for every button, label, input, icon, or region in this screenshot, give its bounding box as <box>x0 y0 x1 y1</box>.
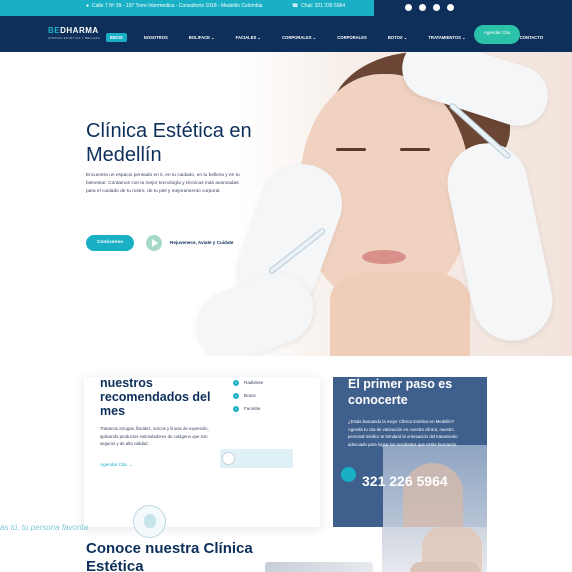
marquee-text: as tú, tu persona favorita <box>0 523 89 532</box>
chevron-down-icon: ⌄ <box>462 35 466 40</box>
certification-badge <box>220 449 293 468</box>
logo-name: DHARMA <box>60 26 99 35</box>
nav-item-label: TRATAMIENTOS <box>428 35 461 40</box>
facebook-icon[interactable] <box>405 4 412 11</box>
check-label: Radiesse <box>244 380 264 385</box>
nav-item-label: BOLIFACE <box>188 35 210 40</box>
nav-item-tratamientos[interactable]: TRATAMIENTOS ⌄ <box>424 33 469 42</box>
promo-title: nuestros recomendados del mes <box>100 376 211 418</box>
check-icon: ✓ <box>233 392 239 399</box>
hero-description: Encuentra un espacio pensado en ti, en t… <box>86 173 240 194</box>
phone-number[interactable]: 321 226 5964 <box>362 473 448 489</box>
chat-info[interactable]: ☎ Chat: 321 226 5964 <box>292 3 345 9</box>
chevron-down-icon: ⌄ <box>312 35 317 40</box>
hero-title: Clínica Estética en Medellín <box>86 120 252 166</box>
nav-item-corporales[interactable]: CORPORALES ⌄ <box>278 33 320 42</box>
chat-text[interactable]: Chat: 321 226 5964 <box>301 3 345 9</box>
promo-text: Tratamos arrugas, flacidez, surcos y lín… <box>100 426 209 446</box>
hero-image-eye-right <box>400 148 430 151</box>
nav-item-label: BOTOX <box>387 35 403 40</box>
hero-image-eye-left <box>336 148 366 151</box>
topbar-dark-panel <box>374 0 572 16</box>
top-info-bar: ● Calle 7 Nº 39 - 197 Torre Intermedica … <box>0 0 572 16</box>
nav-item-nosotros[interactable]: NOSOTROS <box>140 33 172 42</box>
hero-image-neck <box>330 272 470 356</box>
instagram-icon[interactable] <box>419 4 426 11</box>
check-label: Botox <box>244 393 256 398</box>
phone-icon: ☎ <box>292 3 299 9</box>
first-step-title: El primer paso es conocerte <box>348 377 453 407</box>
whatsapp-icon[interactable] <box>341 467 356 482</box>
section-title: Conoce nuestra Clínica Estética <box>86 540 253 572</box>
address-text: Calle 7 Nº 39 - 197 Torre Intermedica - … <box>92 3 263 9</box>
main-navigation: BEDHARMA CIRUGÍA ESTÉTICA Y BELLEZA INIC… <box>0 16 572 52</box>
agendar-cita-nav-button[interactable]: Agendar Cita <box>474 25 520 44</box>
nav-item-contacto[interactable]: CONTACTO <box>516 33 547 42</box>
section-image-right <box>410 562 480 572</box>
logo-prefix: BE <box>48 26 61 35</box>
video-label[interactable]: Rejuvenece, Aviate y Cuidate <box>170 240 234 245</box>
play-video-icon[interactable] <box>146 235 162 251</box>
youtube-icon[interactable] <box>447 4 454 11</box>
check-label: Facetite <box>244 406 261 411</box>
address-info: ● Calle 7 Nº 39 - 197 Torre Intermedica … <box>86 3 262 9</box>
first-step-text: ¿Estás buscando la mejor Clínica Estétic… <box>348 419 458 447</box>
logo-tagline: CIRUGÍA ESTÉTICA Y BELLEZA <box>48 36 101 40</box>
check-icon: ✓ <box>233 405 239 412</box>
nav-item-botox[interactable]: BOTOX ⌄ <box>384 33 412 42</box>
chevron-down-icon: ⌄ <box>257 35 262 40</box>
seal-icon <box>222 452 235 465</box>
chevron-down-icon: ⌄ <box>403 35 408 40</box>
check-icon: ✓ <box>233 379 239 386</box>
hero-image-lips <box>362 250 406 264</box>
location-pin-icon: ● <box>86 3 90 9</box>
agendar-cita-link[interactable]: Agendar Cita → <box>100 462 133 467</box>
list-item: ✓ Facetite <box>233 402 263 415</box>
chevron-down-icon: ⌄ <box>211 35 215 40</box>
nav-item-label: CORPORALES <box>282 35 312 40</box>
list-item: ✓ Radiesse <box>233 376 263 389</box>
nav-item-boliface[interactable]: BOLIFACE ⌄ <box>185 33 219 42</box>
list-item: ✓ Botox <box>233 389 263 402</box>
clinic-emblem-icon <box>133 505 166 538</box>
nav-item-faciales[interactable]: FACIALES ⌄ <box>232 33 265 42</box>
social-links <box>405 4 454 11</box>
email-icon[interactable] <box>433 4 440 11</box>
nav-item-label: FACIALES <box>235 35 257 40</box>
treatment-checklist: ✓ Radiesse ✓ Botox ✓ Facetite <box>233 376 263 415</box>
hero-section <box>0 52 572 356</box>
site-logo[interactable]: BEDHARMA CIRUGÍA ESTÉTICA Y BELLEZA <box>48 26 100 40</box>
nav-item-corporales-2[interactable]: CORPORALES <box>333 33 371 42</box>
conocenos-button[interactable]: Conócenos <box>86 235 134 251</box>
section-image-left <box>265 562 373 572</box>
nav-item-inicio[interactable]: INICIO <box>106 33 127 42</box>
